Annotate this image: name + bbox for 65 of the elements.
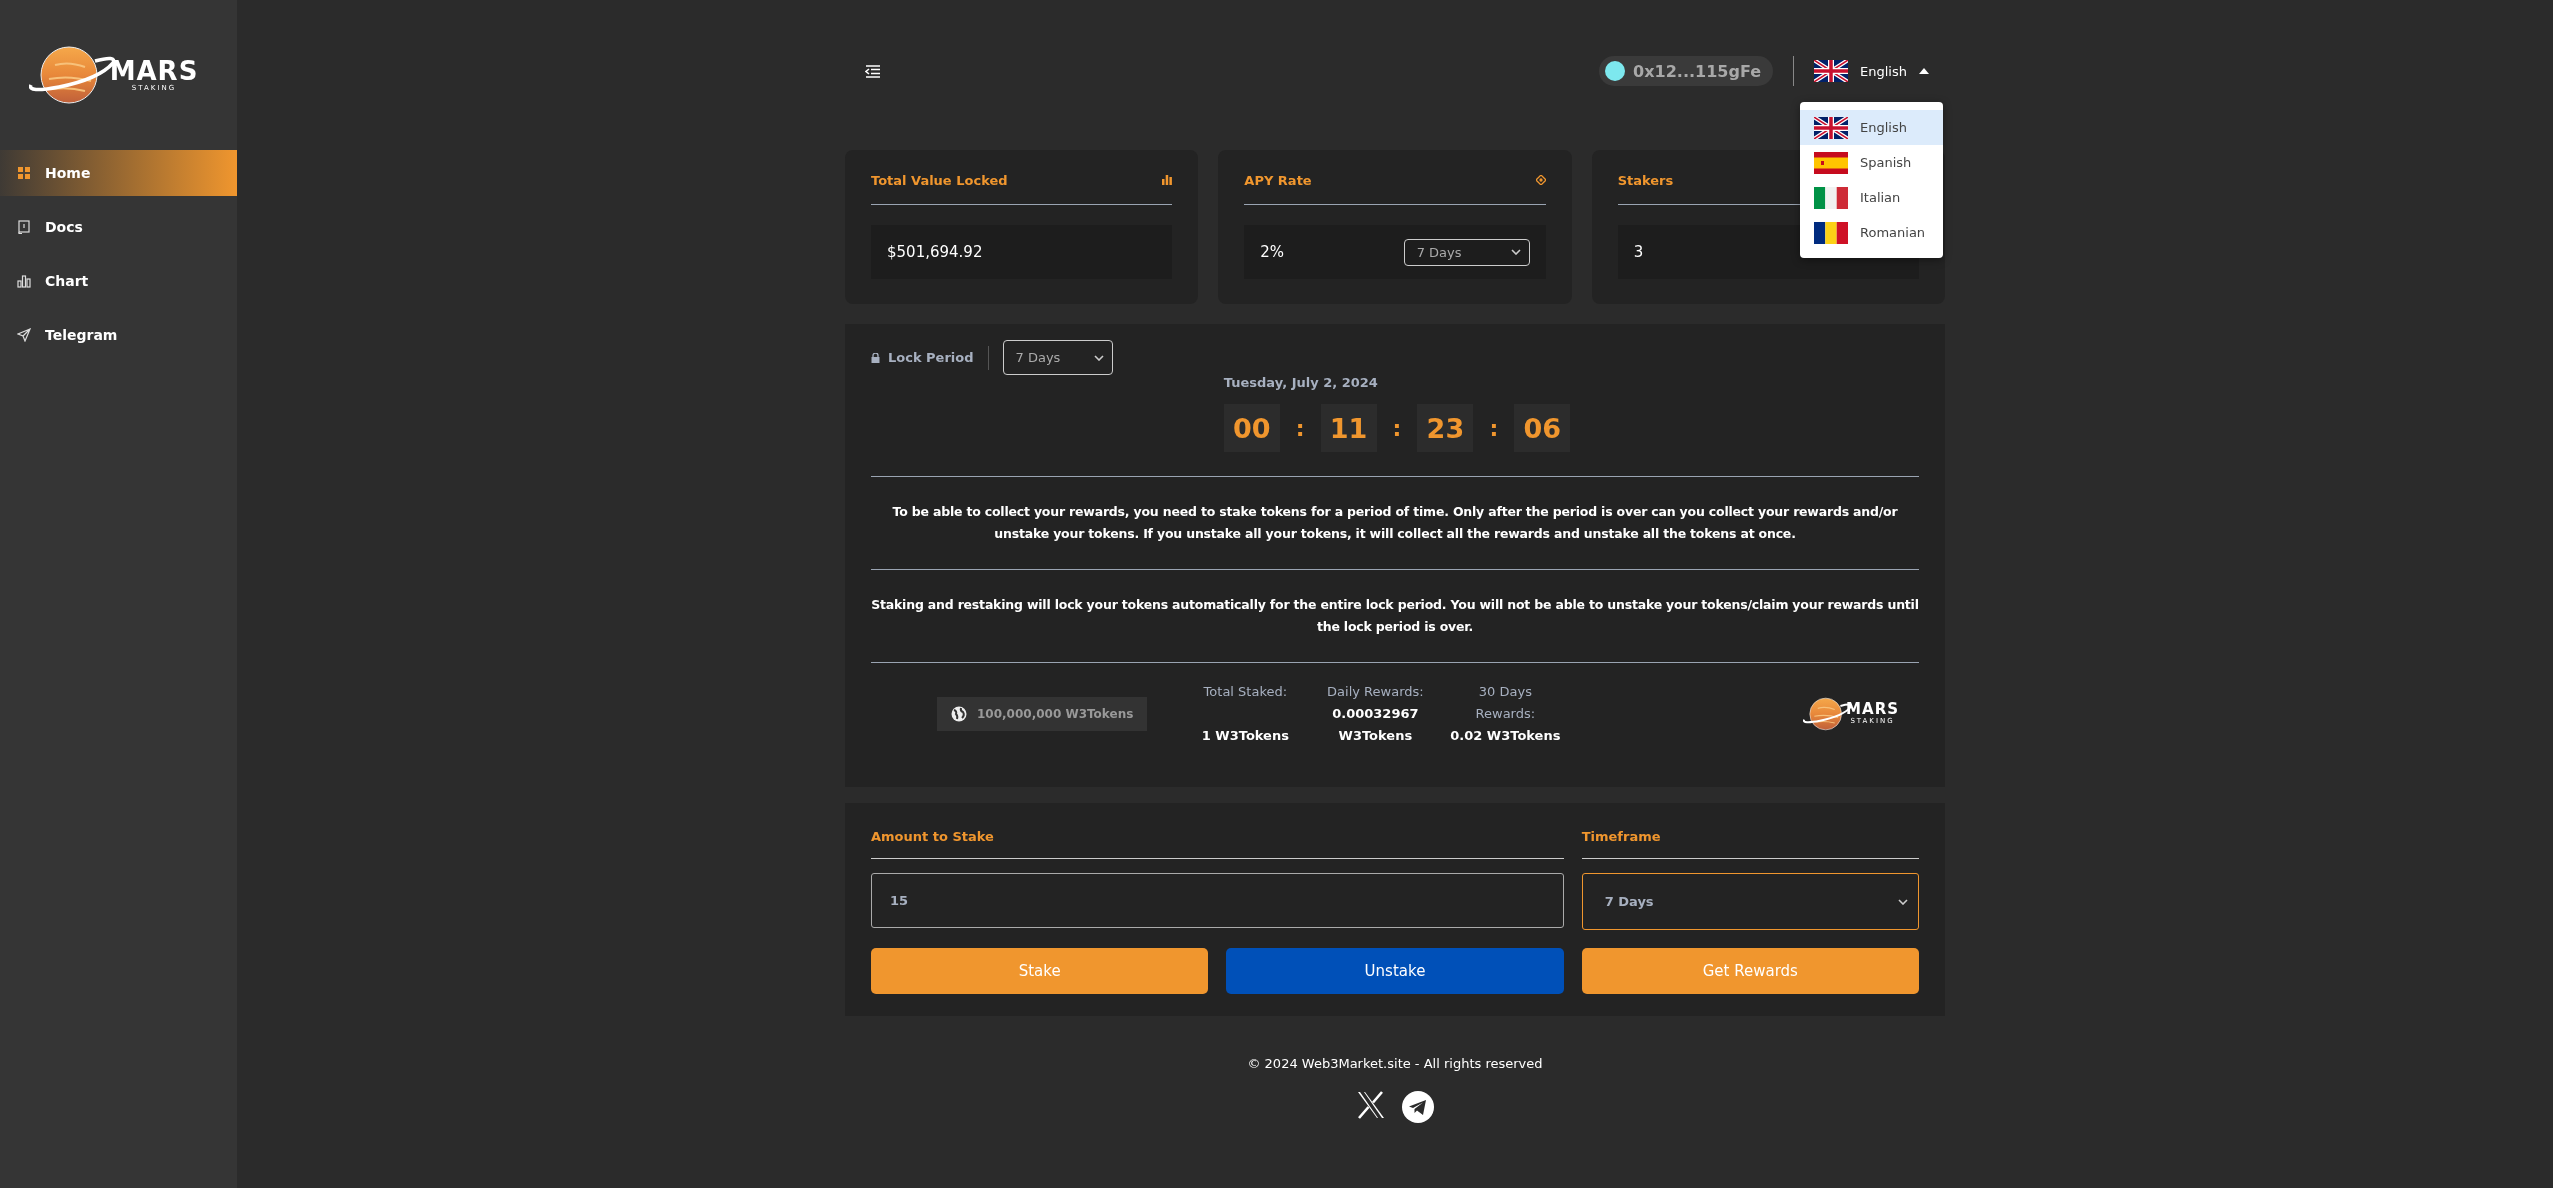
x-logo-icon[interactable] bbox=[1356, 1091, 1386, 1119]
chevron-down-icon bbox=[1898, 898, 1908, 905]
lock-icon bbox=[871, 352, 880, 363]
period-select[interactable]: 7 Days bbox=[1403, 238, 1530, 266]
crosshair-icon bbox=[1535, 175, 1546, 185]
timeframe-select[interactable]: 7 Days bbox=[1581, 873, 1919, 930]
menu-icon[interactable] bbox=[865, 64, 881, 78]
sidebar-item[interactable]: Home bbox=[0, 150, 237, 196]
copyright-text: © 2024 Web3Market.site - All rights reserved bbox=[1247, 1056, 1543, 1071]
bar-chart-icon bbox=[1162, 175, 1173, 185]
send-icon bbox=[17, 328, 31, 342]
sidebar-item[interactable]: Docs bbox=[0, 204, 237, 250]
info-paragraph: Staking and restaking will lock your tokens automatically for the entire lock period. You will not be able to unstake your tokens/claim your rewards until the lock period is over. bbox=[871, 596, 1919, 636]
card-value: 3 bbox=[1633, 243, 1644, 261]
countdown-separator: : bbox=[1489, 415, 1499, 441]
card-title: APY Rate bbox=[1244, 172, 1312, 188]
stat-value: 1 W3Tokens bbox=[1201, 727, 1289, 745]
language-option[interactable]: Romanian bbox=[1800, 215, 1943, 250]
stat-label: Daily Rewards: bbox=[1326, 683, 1425, 701]
grid-icon bbox=[17, 166, 31, 180]
caret-up-icon bbox=[1919, 68, 1929, 74]
language-option[interactable]: Italian bbox=[1800, 180, 1943, 215]
countdown-digits: 06 bbox=[1514, 404, 1571, 452]
stat-value: 0.02 W3Tokens bbox=[1450, 727, 1561, 745]
chevron-down-icon bbox=[1510, 249, 1521, 255]
field-label: Timeframe bbox=[1581, 829, 1661, 844]
language-select[interactable]: English bbox=[1814, 60, 1929, 82]
token-supply-badge: 100,000,000 W3Tokens bbox=[937, 697, 1148, 731]
amount-input[interactable]: 15 bbox=[871, 873, 1564, 928]
bar-chart-icon bbox=[17, 274, 31, 288]
chevron-down-icon bbox=[1093, 354, 1104, 361]
card-value: $501,694.92 bbox=[887, 243, 983, 261]
logo-title: MARS bbox=[109, 57, 199, 84]
countdown-separator: : bbox=[1392, 415, 1402, 441]
globe-icon bbox=[951, 706, 967, 722]
lock-period-select[interactable]: 7 Days bbox=[1002, 340, 1113, 375]
stat-label: 30 Days Rewards: bbox=[1474, 683, 1537, 723]
wallet-address[interactable]: 0x12...115gFe bbox=[1599, 56, 1774, 86]
card-value: 2% bbox=[1260, 243, 1285, 261]
sidebar-item[interactable]: Telegram bbox=[0, 312, 237, 358]
countdown-digits: 23 bbox=[1417, 404, 1474, 452]
stat-label: Total Staked: bbox=[1202, 683, 1289, 701]
language-option[interactable]: English bbox=[1800, 110, 1943, 145]
flag-icon bbox=[1814, 60, 1849, 82]
info-paragraph: To be able to collect your rewards, you need to stake tokens for a period of time. Only after the period is over can you collect your rewards and/or unstake your tokens. If you unstake all your tokens, it will collect all the rewards and unstake all the tokens at once. bbox=[891, 503, 1899, 543]
lock-period-label: Lock Period bbox=[888, 350, 974, 365]
card-title: Stakers bbox=[1617, 172, 1674, 188]
countdown-digits: 00 bbox=[1223, 404, 1280, 452]
flag-icon bbox=[1814, 186, 1848, 209]
book-icon bbox=[17, 220, 31, 234]
date-text: Tuesday, July 2, 2024 bbox=[1223, 375, 1379, 390]
wallet-dot-icon bbox=[1605, 61, 1626, 81]
action-button[interactable]: Unstake bbox=[1226, 948, 1564, 994]
card-title: Total Value Locked bbox=[871, 172, 1008, 188]
logo-title: MARS bbox=[1846, 702, 1899, 718]
countdown-separator: : bbox=[1295, 415, 1305, 441]
countdown-digits: 11 bbox=[1320, 404, 1377, 452]
flag-icon bbox=[1814, 151, 1848, 174]
telegram-icon[interactable] bbox=[1402, 1091, 1434, 1123]
sidebar-item[interactable]: Chart bbox=[0, 258, 237, 304]
flag-icon bbox=[1814, 221, 1848, 244]
language-option[interactable]: Spanish bbox=[1800, 145, 1943, 180]
flag-icon bbox=[1814, 116, 1848, 139]
field-label: Amount to Stake bbox=[871, 829, 994, 844]
stat-value: 0.00032967 W3Tokens bbox=[1331, 705, 1420, 745]
